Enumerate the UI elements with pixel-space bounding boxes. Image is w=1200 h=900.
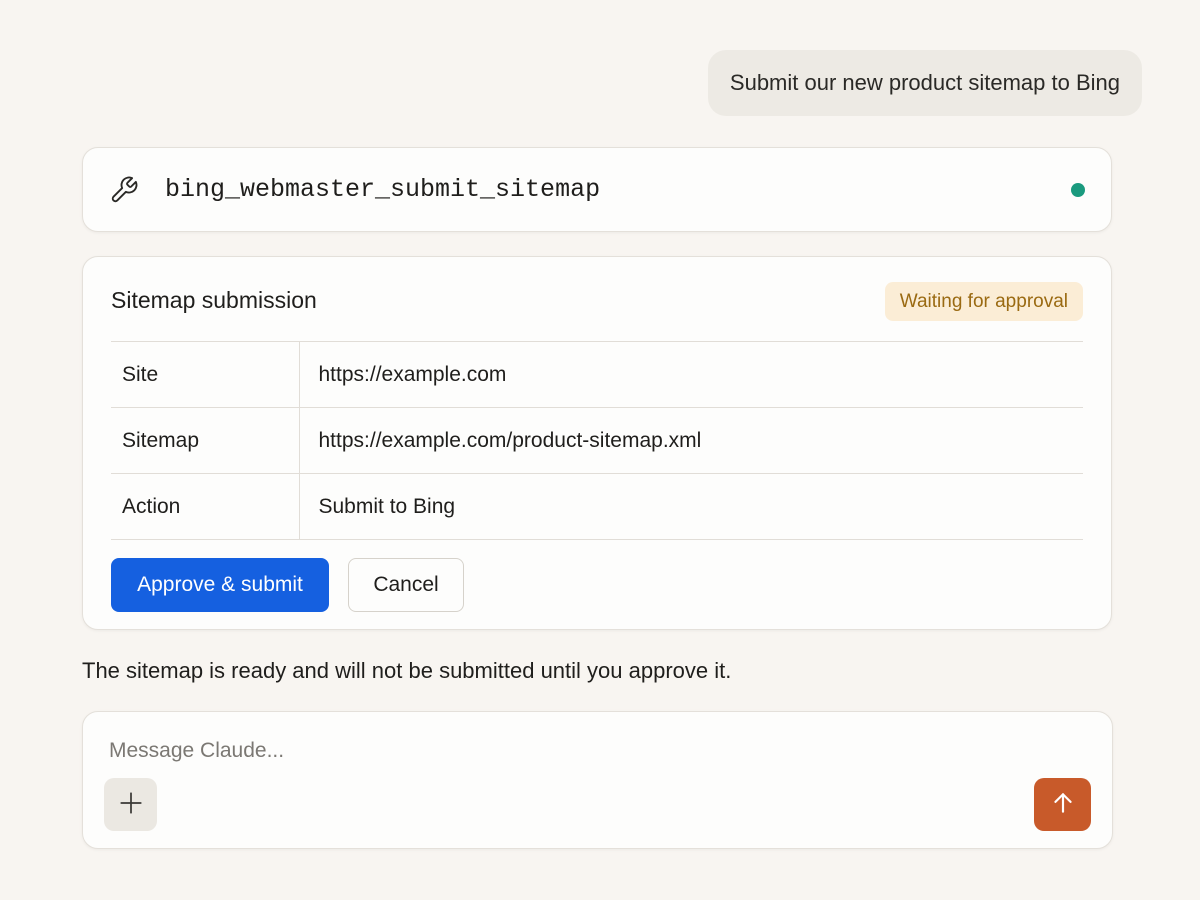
row-value: Submit to Bing [318,494,456,518]
chat-page: Submit our new product sitemap to Bing b… [0,0,1200,900]
assistant-message: The sitemap is ready and will not be sub… [82,658,732,683]
status-badge-label: Waiting for approval [899,290,1068,312]
approval-card: Sitemap submission Waiting for approval … [82,256,1112,630]
details-table: Site https://example.com Sitemap https:/… [111,341,1083,540]
row-label: Sitemap [111,407,300,474]
table-row: Action Submit to Bing [111,473,1083,540]
approve-submit-button[interactable]: Approve & submit [111,558,329,612]
cancel-button[interactable]: Cancel [348,558,464,612]
row-label: Site [111,341,300,408]
row-label: Action [111,473,300,540]
tool-call-header[interactable]: bing_webmaster_submit_sitemap [82,147,1112,232]
send-button[interactable] [1034,778,1091,831]
card-title: Sitemap submission [111,287,317,313]
arrow-up-icon [1050,790,1076,819]
status-dot [1071,182,1085,197]
status-badge: Waiting for approval [884,282,1083,321]
user-message-text: Submit our new product sitemap to Bing [729,70,1120,95]
message-input[interactable] [109,736,1009,766]
tool-name: bing_webmaster_submit_sitemap [165,175,601,204]
table-row: Sitemap https://example.com/product-site… [111,407,1083,474]
row-value: https://example.com/product-sitemap.xml [318,428,702,452]
table-row: Site https://example.com [111,341,1083,408]
wrench-icon [107,173,141,207]
attach-button[interactable] [104,778,157,831]
user-message-bubble: Submit our new product sitemap to Bing [707,50,1142,116]
composer [82,711,1113,849]
row-value: https://example.com [318,362,507,386]
plus-icon [118,790,144,819]
